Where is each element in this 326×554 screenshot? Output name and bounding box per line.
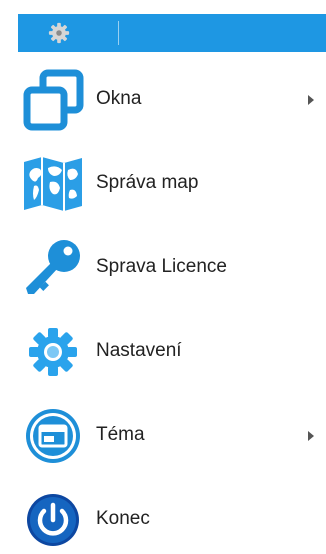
menu-item-nastaveni[interactable]: Nastavení: [0, 310, 326, 392]
key-icon: [18, 236, 88, 300]
menu-item-label: Sprava Licence: [96, 256, 227, 277]
menu-item-konec[interactable]: Konec: [0, 478, 326, 554]
menu-item-sprava-licence[interactable]: Sprava Licence: [0, 226, 326, 308]
top-toolbar: [18, 14, 326, 52]
power-icon: [18, 488, 88, 552]
theme-icon: [18, 404, 88, 468]
menu-item-sprava-map[interactable]: Správa map: [0, 142, 326, 224]
windows-icon: [18, 68, 88, 132]
menu-item-label: Konec: [96, 508, 150, 529]
map-icon: [18, 152, 88, 216]
main-menu: Okna Správa map Sprava Licence Nastavení…: [0, 52, 326, 554]
menu-item-okna[interactable]: Okna: [0, 58, 326, 140]
settings-gear-icon: [18, 320, 88, 384]
menu-item-label: Nastavení: [96, 340, 182, 361]
menu-item-tema[interactable]: Téma: [0, 394, 326, 476]
menu-item-label: Téma: [96, 424, 145, 445]
menu-item-label: Okna: [96, 88, 142, 109]
gear-icon: [48, 22, 70, 44]
toolbar-divider: [118, 21, 119, 45]
settings-button[interactable]: [18, 14, 100, 52]
menu-item-label: Správa map: [96, 172, 199, 193]
submenu-arrow-icon: [308, 431, 314, 441]
submenu-arrow-icon: [308, 95, 314, 105]
